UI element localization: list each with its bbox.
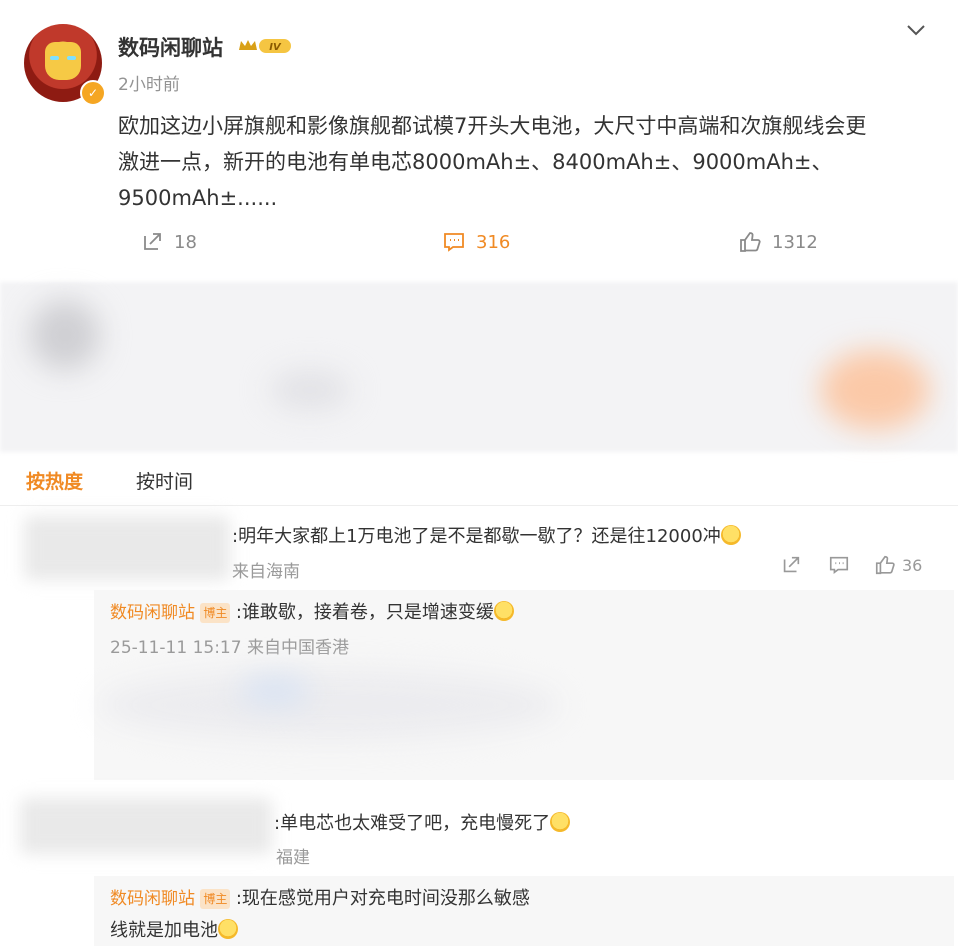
comment-reply-button[interactable] bbox=[828, 554, 850, 576]
reply: 数码闲聊站 博主 :谁敢歇，接着卷，只是增速变缓 bbox=[110, 598, 514, 624]
reply-text: :现在感觉用户对充电时间没那么敏感 bbox=[235, 888, 530, 909]
laugh-cry-emoji-icon bbox=[720, 525, 741, 545]
thumbs-up-icon bbox=[875, 555, 895, 575]
level-badge-text: IV bbox=[269, 42, 282, 53]
repost-button[interactable]: 18 bbox=[140, 230, 197, 254]
reply-text-continued: 线就是加电池 bbox=[110, 920, 218, 941]
thumbs-up-icon bbox=[740, 232, 761, 252]
reply-author[interactable]: 数码闲聊站 bbox=[110, 603, 195, 623]
chevron-down-icon[interactable] bbox=[904, 18, 928, 42]
comment-like-button[interactable]: 36 bbox=[874, 554, 922, 576]
blurred-commenter bbox=[24, 516, 230, 580]
comment-count: 316 bbox=[476, 231, 511, 253]
reply-text: :谁敢歇，接着卷，只是增速变缓 bbox=[235, 602, 494, 623]
post-text-line: 欧加这边小屏旗舰和影像旗舰都试模7开头大电池，大尺寸中高端和次旗舰线会更 bbox=[118, 114, 867, 138]
like-button[interactable]: 1312 bbox=[738, 230, 818, 254]
reply-text-line2: 线就是加电池 bbox=[110, 916, 238, 942]
like-count: 1312 bbox=[772, 231, 818, 253]
blurred-avatar bbox=[30, 300, 100, 370]
share-icon bbox=[144, 233, 161, 250]
post-text-line: 激进一点，新开的电池有单电芯8000mAh±、8400mAh±、9000mAh±… bbox=[118, 150, 833, 174]
level-badge-icon: IV bbox=[239, 39, 291, 53]
avatar-helmet bbox=[45, 42, 81, 80]
post-text-line: 9500mAh±...... bbox=[118, 186, 278, 210]
comment-text-content: :明年大家都上1万电池了是不是都歇一歇了？还是往12000冲 bbox=[232, 526, 721, 547]
blurred-reply-detail bbox=[240, 676, 310, 706]
share-icon bbox=[783, 556, 800, 573]
repost-count: 18 bbox=[174, 231, 197, 253]
post-text: 欧加这边小屏旗舰和影像旗舰都试模7开头大电池，大尺寸中高端和次旗舰线会更 激进一… bbox=[118, 108, 938, 216]
author-name[interactable]: 数码闲聊站 bbox=[118, 32, 223, 62]
tab-sort-hot[interactable]: 按热度 bbox=[26, 467, 83, 494]
blurred-image bbox=[820, 350, 930, 430]
blurred-region bbox=[0, 282, 958, 452]
comment-button[interactable]: 316 bbox=[442, 230, 510, 254]
comment-text-content: :单电芯也太难受了吧，充电慢死了 bbox=[274, 813, 551, 834]
post-time: 2小时前 bbox=[118, 75, 180, 95]
comment-like-count: 36 bbox=[902, 555, 923, 575]
comment-meta: 来自海南 bbox=[232, 562, 300, 582]
reply-meta: 25-11-11 15:17 来自中国香港 bbox=[110, 638, 349, 658]
author-tag: 博主 bbox=[200, 889, 231, 909]
avatar-eye-right bbox=[67, 56, 76, 60]
comment-icon bbox=[444, 233, 464, 252]
blurred-commenter bbox=[20, 798, 272, 854]
reply: 数码闲聊站 博主 :现在感觉用户对充电时间没那么敏感 bbox=[110, 884, 530, 910]
comment-icon bbox=[829, 556, 849, 574]
smile-emoji-icon bbox=[493, 601, 514, 621]
reply-author[interactable]: 数码闲聊站 bbox=[110, 889, 195, 909]
author-tag: 博主 bbox=[200, 603, 231, 623]
cry-emoji-icon bbox=[550, 812, 571, 832]
blurred-text bbox=[270, 370, 350, 410]
avatar-eye-left bbox=[50, 56, 59, 60]
comment-meta: 福建 bbox=[276, 848, 310, 868]
comment-text: :明年大家都上1万电池了是不是都歇一歇了？还是往12000冲 bbox=[232, 522, 741, 548]
comment-repost-button[interactable] bbox=[780, 554, 802, 576]
comment-text: :单电芯也太难受了吧，充电慢死了 bbox=[274, 809, 571, 835]
blurred-reply bbox=[100, 670, 560, 740]
divider bbox=[0, 505, 958, 506]
verified-icon: ✓ bbox=[80, 80, 106, 106]
tab-sort-time[interactable]: 按时间 bbox=[136, 467, 193, 494]
smile-emoji-icon bbox=[218, 919, 238, 939]
